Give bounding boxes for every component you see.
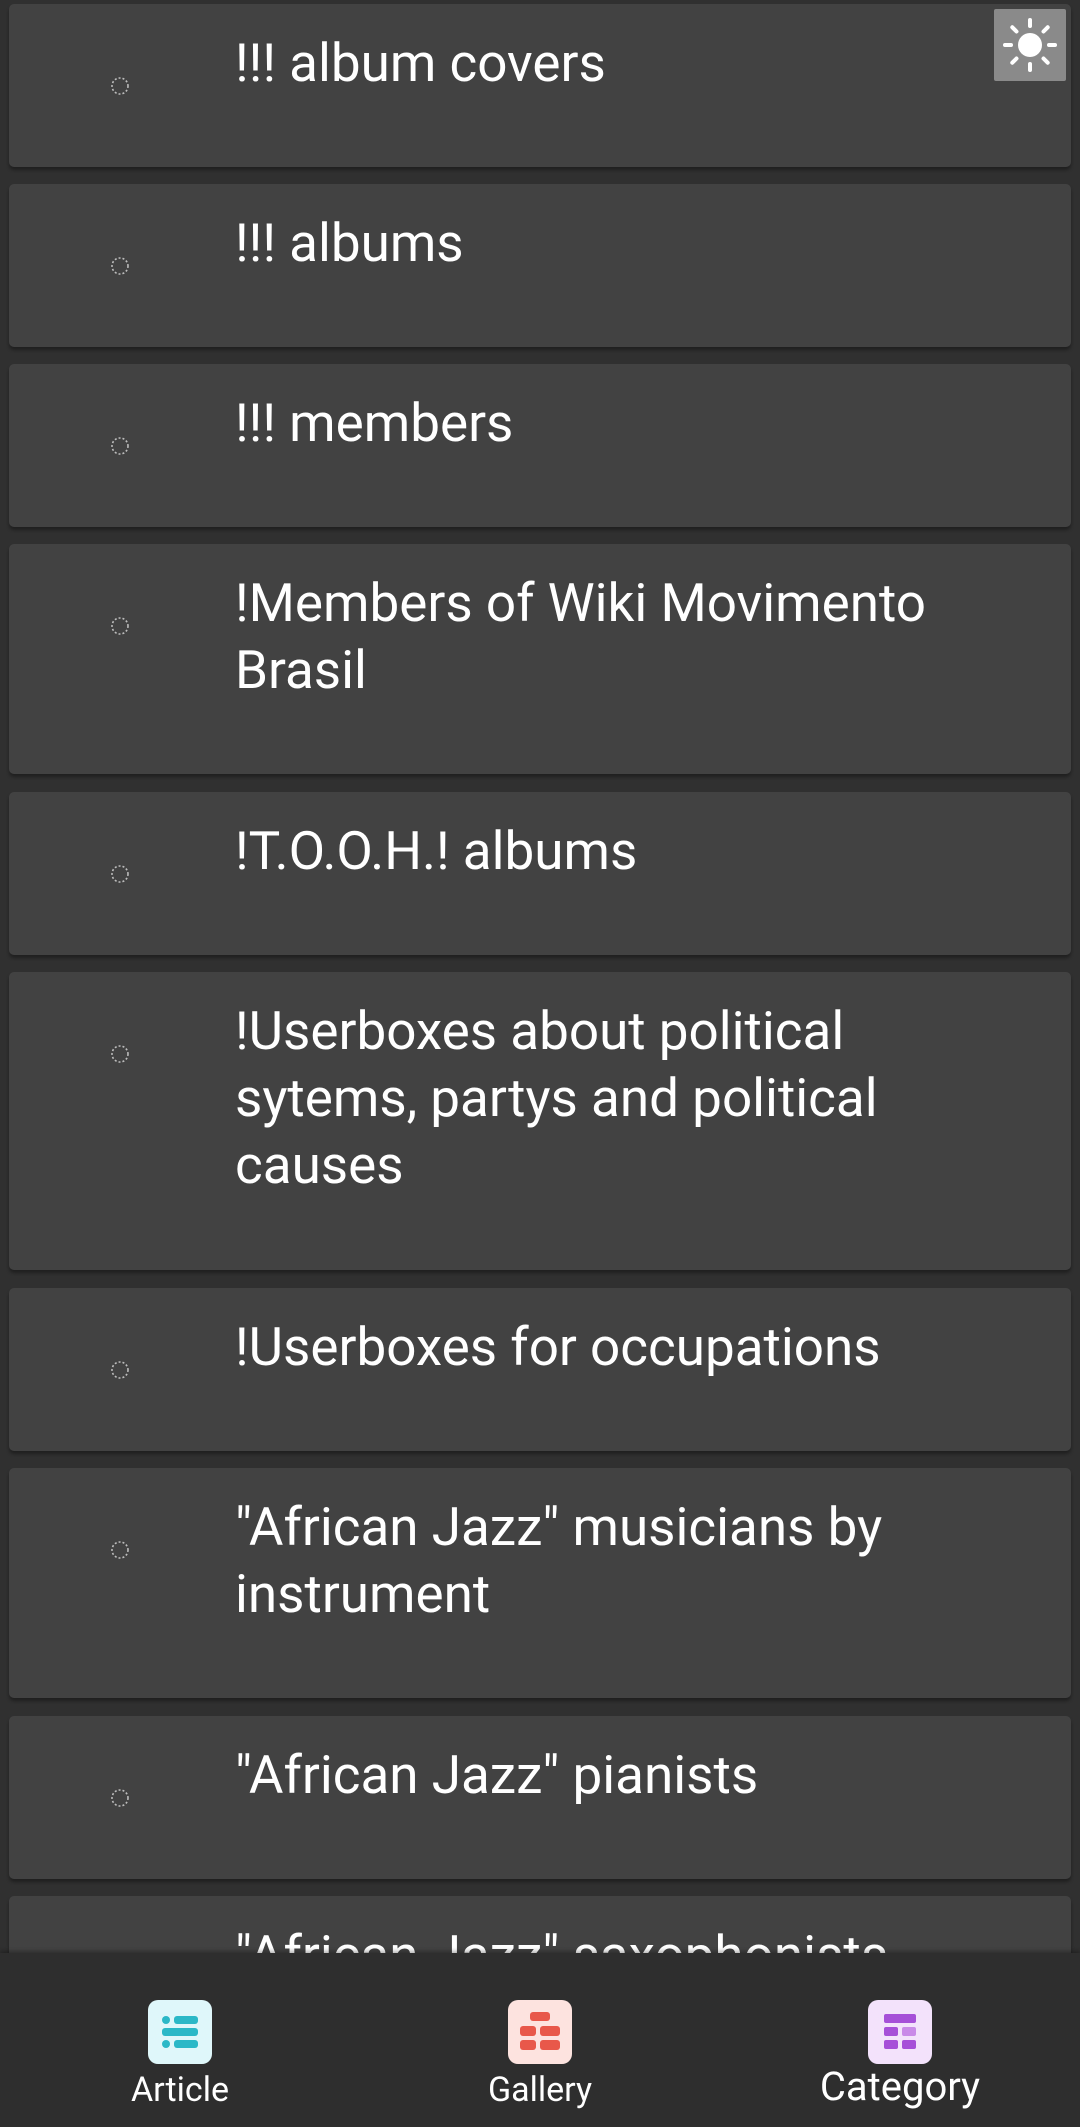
list-item-title: !Members of Wiki Movimento Brasil	[235, 572, 927, 701]
category-list[interactable]: !!! album covers !!! albums !!! members …	[0, 0, 1080, 1953]
loading-spinner-icon	[111, 1541, 129, 1559]
list-item-title: !!! album covers	[235, 32, 606, 94]
nav-label-gallery: Gallery	[487, 2070, 593, 2110]
bottom-navigation: Article Gallery Category	[0, 1953, 1080, 2127]
list-item-title: "African Jazz" saxophonists	[235, 1922, 1011, 1953]
nav-item-article[interactable]: Article	[0, 1953, 360, 2127]
list-item[interactable]: "African Jazz" saxophonists	[9, 1896, 1071, 1953]
list-item[interactable]: !T.O.O.H.! albums	[9, 792, 1071, 955]
app-screen: !!! album covers !!! albums !!! members …	[0, 0, 1080, 2127]
list-item[interactable]: !!! members	[9, 364, 1071, 527]
list-item-title: "African Jazz" pianists	[235, 1744, 759, 1806]
loading-spinner-icon	[111, 1789, 129, 1807]
list-item[interactable]: "African Jazz" musicians by instrument	[9, 1468, 1071, 1698]
loading-spinner-icon	[111, 865, 129, 883]
nav-item-gallery[interactable]: Gallery	[360, 1953, 720, 2127]
list-item[interactable]: !Userboxes about political sytems, party…	[9, 972, 1071, 1270]
loading-spinner-icon	[111, 437, 129, 455]
category-icon	[868, 2000, 932, 2064]
list-item-title: !Userboxes for occupations	[235, 1316, 881, 1378]
loading-spinner-icon	[111, 257, 129, 275]
list-item-title: "African Jazz" musicians by instrument	[235, 1496, 883, 1625]
nav-label-category: Category	[819, 2063, 981, 2110]
loading-spinner-icon	[111, 1361, 129, 1379]
list-item[interactable]: !Members of Wiki Movimento Brasil	[9, 544, 1071, 774]
nav-label-article: Article	[130, 2070, 229, 2110]
sun-icon	[1003, 18, 1057, 72]
theme-toggle-button[interactable]	[994, 9, 1066, 81]
list-item-title: !Userboxes about political sytems, party…	[235, 1000, 878, 1196]
loading-spinner-icon	[111, 77, 129, 95]
list-item[interactable]: !!! album covers	[9, 4, 1071, 167]
list-item[interactable]: "African Jazz" pianists	[9, 1716, 1071, 1879]
list-item-title: !!! members	[235, 392, 514, 454]
nav-item-category[interactable]: Category	[720, 1953, 1080, 2127]
loading-spinner-icon	[111, 1045, 129, 1063]
list-item-title: !!! albums	[235, 212, 464, 274]
list-item-title: !T.O.O.H.! albums	[235, 820, 638, 882]
list-item[interactable]: !Userboxes for occupations	[9, 1288, 1071, 1451]
loading-spinner-icon	[111, 617, 129, 635]
article-icon	[148, 2000, 212, 2064]
list-item[interactable]: !!! albums	[9, 184, 1071, 347]
gallery-icon	[508, 2000, 572, 2064]
